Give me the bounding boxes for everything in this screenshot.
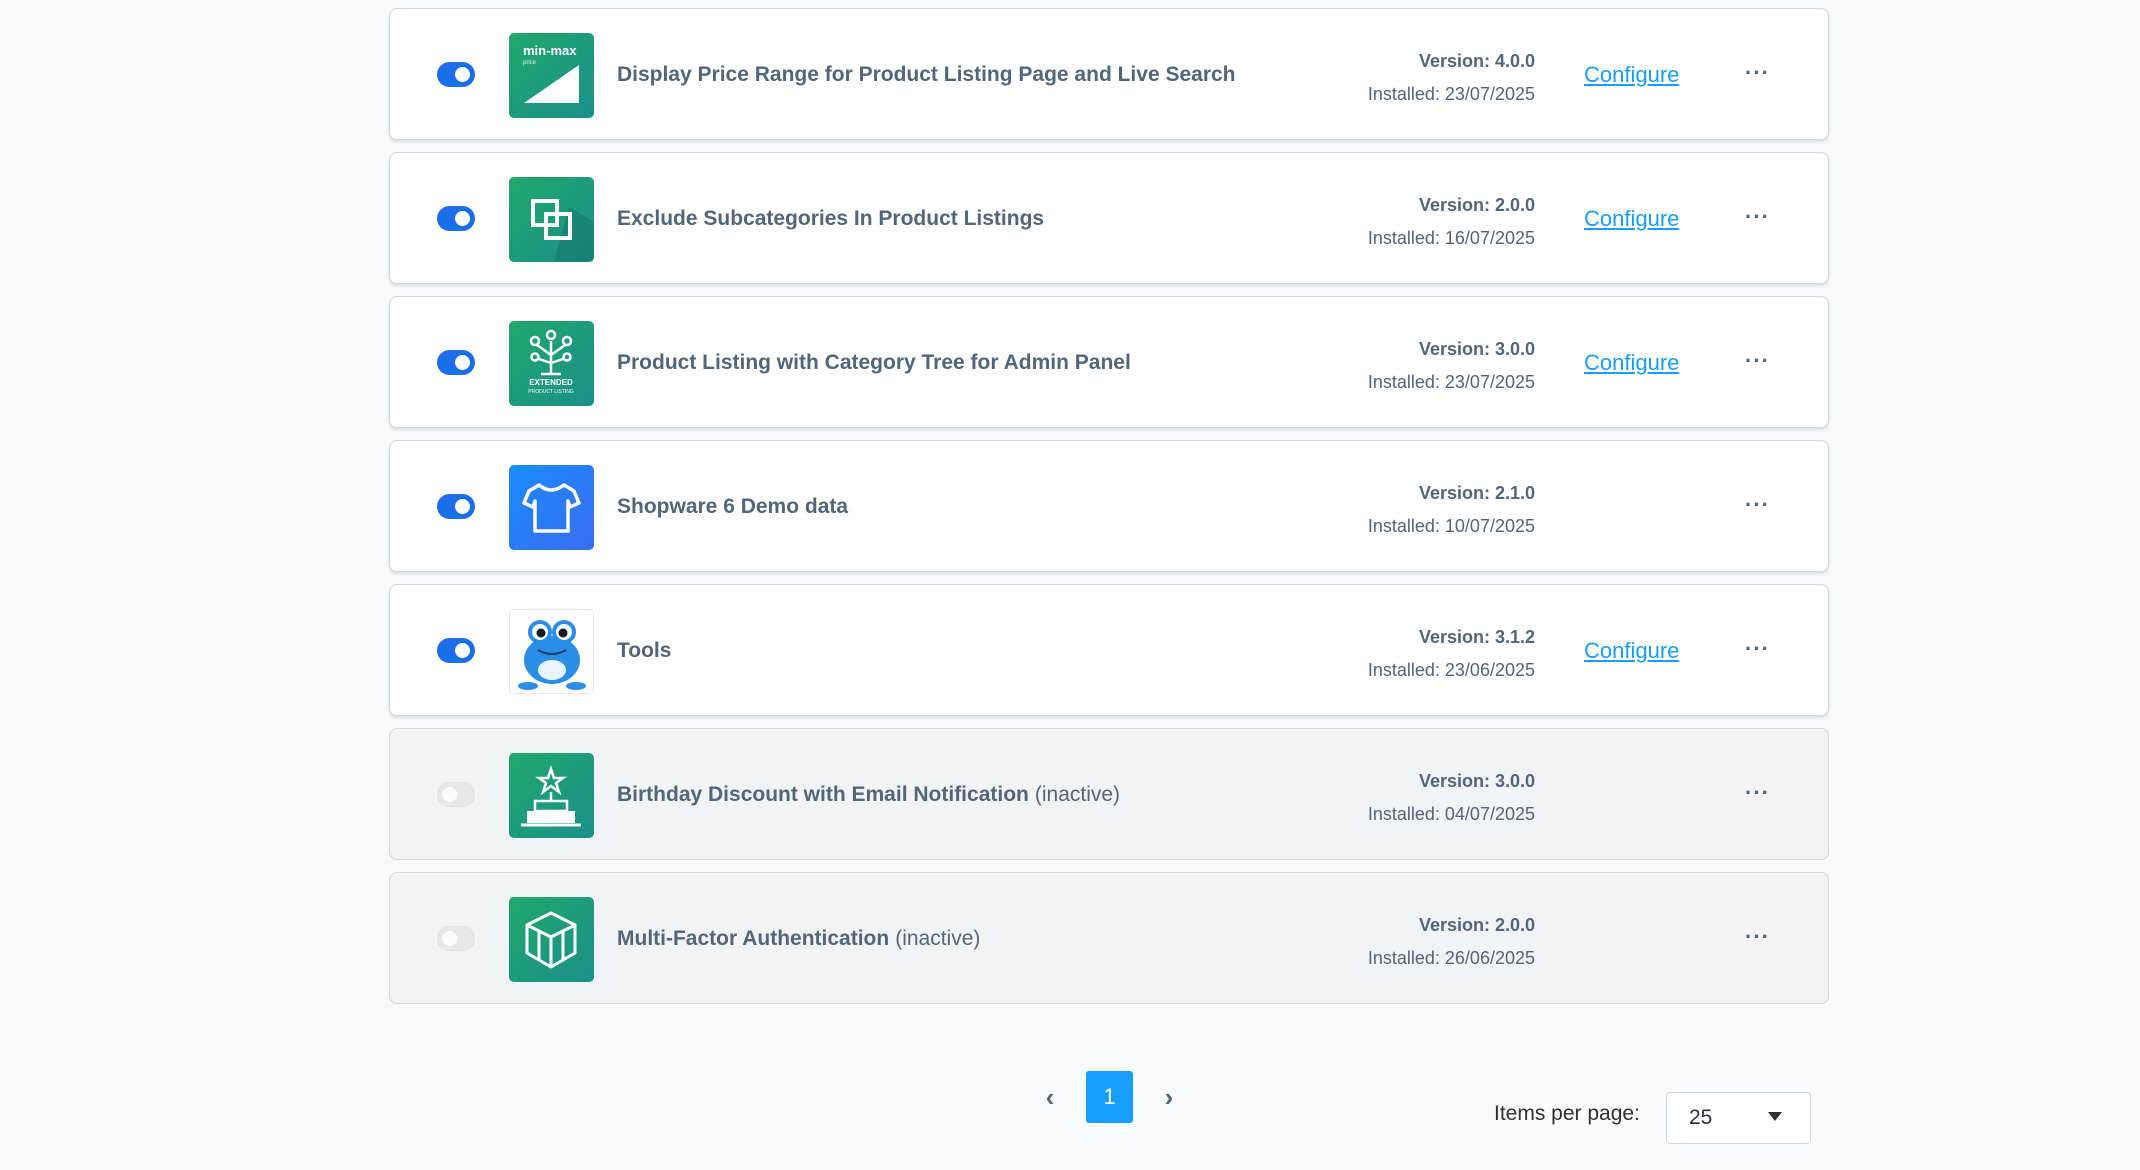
plugin-version: Version: 2.1.0 [1418,483,1535,503]
plugin-version: Version: 2.0.0 [1418,195,1535,215]
more-options-icon[interactable]: ··· [1745,494,1770,516]
active-toggle[interactable] [437,638,475,663]
plugin-card: Exclude Subcategories In Product Listing… [389,152,1829,284]
plugin-card: Shopware 6 Demo data Version: 2.1.0 Inst… [389,440,1829,572]
inactive-label: (inactive) [895,927,981,950]
active-toggle[interactable] [437,62,475,87]
plugin-meta: Version: 3.0.0 Installed: 23/07/2025 [1368,333,1535,399]
svg-text:EXTENDED: EXTENDED [529,378,573,387]
plugin-name: Exclude Subcategories In Product Listing… [617,207,1045,230]
next-page-icon[interactable]: › [1149,1071,1189,1123]
items-per-page-value: 25 [1689,1106,1713,1129]
svg-text:price: price [523,60,537,66]
plugin-name: Product Listing with Category Tree for A… [617,351,1131,374]
configure-link[interactable]: Configure [1584,297,1679,429]
min-max-price-icon: min-max price [509,33,594,118]
plugin-installed-date: Installed: 23/07/2025 [1367,372,1535,392]
plugin-meta: Version: 2.0.0 Installed: 26/06/2025 [1368,909,1535,975]
plugin-installed-date: Installed: 23/06/2025 [1367,660,1535,680]
chevron-down-icon [1768,1112,1782,1121]
plugin-card: Tools Version: 3.1.2 Installed: 23/06/20… [389,584,1829,716]
items-per-page-select[interactable]: 25 [1666,1092,1811,1144]
plugin-meta: Version: 2.1.0 Installed: 10/07/2025 [1368,477,1535,543]
more-options-icon[interactable]: ··· [1745,206,1770,228]
plugin-card: Multi-Factor Authentication (inactive) Ve… [389,872,1829,1004]
items-per-page-label: Items per page: [1494,1102,1640,1125]
active-toggle[interactable] [437,350,475,375]
plugin-meta: Version: 3.1.2 Installed: 23/06/2025 [1368,621,1535,687]
svg-text:min-max: min-max [523,43,577,58]
birthday-cake-icon [509,753,594,838]
active-toggle[interactable] [437,782,475,807]
plugin-meta: Version: 2.0.0 Installed: 16/07/2025 [1368,189,1535,255]
plugin-version: Version: 3.0.0 [1418,339,1535,359]
more-options-icon[interactable]: ··· [1745,926,1770,948]
subcategories-icon [509,177,594,262]
prev-page-icon[interactable]: ‹ [1030,1071,1070,1123]
configure-link[interactable]: Configure [1584,153,1679,285]
plugin-installed-date: Installed: 26/06/2025 [1367,948,1535,968]
plugin-card: EXTENDED PRODUCT LISTING Product Listing… [389,296,1829,428]
plugin-version: Version: 4.0.0 [1418,51,1535,71]
configure-link[interactable]: Configure [1584,9,1679,141]
plugin-name: Multi-Factor Authentication (inactive) [617,927,981,950]
active-toggle[interactable] [437,926,475,951]
plugin-version: Version: 3.1.2 [1418,627,1535,647]
frog-icon [509,609,594,694]
plugin-name: Tools [617,639,672,662]
pagination: ‹ 1 › [1030,1071,1189,1123]
plugin-name: Display Price Range for Product Listing … [617,63,1236,86]
t-shirt-icon [509,465,594,550]
cube-icon [509,897,594,982]
plugin-name: Shopware 6 Demo data [617,495,849,518]
more-options-icon[interactable]: ··· [1745,62,1770,84]
page-number-button[interactable]: 1 [1086,1071,1133,1123]
plugin-meta: Version: 4.0.0 Installed: 23/07/2025 [1368,45,1535,111]
inactive-label: (inactive) [1034,783,1121,806]
active-toggle[interactable] [437,206,475,231]
active-toggle[interactable] [437,494,475,519]
category-tree-icon: EXTENDED PRODUCT LISTING [509,321,594,406]
more-options-icon[interactable]: ··· [1745,638,1770,660]
plugin-installed-date: Installed: 23/07/2025 [1367,84,1535,104]
more-options-icon[interactable]: ··· [1745,782,1770,804]
plugin-meta: Version: 3.0.0 Installed: 04/07/2025 [1368,765,1535,831]
plugin-version: Version: 2.0.0 [1418,915,1535,935]
more-options-icon[interactable]: ··· [1745,350,1770,372]
plugin-list: min-max price Display Price Range for Pr… [389,8,1829,1016]
plugin-version: Version: 3.0.0 [1418,771,1535,791]
svg-text:PRODUCT LISTING: PRODUCT LISTING [528,389,574,395]
configure-link[interactable]: Configure [1584,585,1679,717]
plugin-installed-date: Installed: 10/07/2025 [1367,516,1535,536]
plugin-card: Birthday Discount with Email Notificatio… [389,728,1829,860]
plugin-installed-date: Installed: 16/07/2025 [1367,228,1535,248]
plugin-installed-date: Installed: 04/07/2025 [1367,804,1535,824]
plugin-name: Birthday Discount with Email Notificatio… [617,783,1121,806]
plugin-card: min-max price Display Price Range for Pr… [389,8,1829,140]
